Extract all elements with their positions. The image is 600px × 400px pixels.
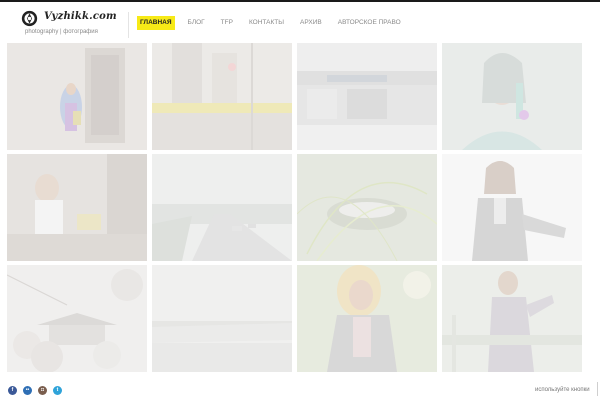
photo-gallery [7,43,585,373]
photo-woman-scarf [442,43,582,150]
header-divider [128,12,129,38]
nav-item-home[interactable]: Главная [137,16,175,30]
nav-item-copyright[interactable]: Авторское право [335,16,404,30]
twitter-icon[interactable]: t [53,386,62,395]
nav-item-contacts[interactable]: Контакты [246,16,287,30]
camera-aperture-icon [21,10,38,27]
gallery-photo[interactable] [297,265,437,372]
gallery-photo[interactable] [152,265,292,372]
scroll-edge [597,382,598,396]
photo-storefront [297,43,437,150]
photo-cherry-blossom [7,265,147,372]
site-tagline: photography | фотография [25,29,98,35]
nav-item-blog[interactable]: Блог [185,16,208,30]
instagram-icon[interactable]: ◘ [38,386,47,395]
site-name: Vyzhikk.com [44,11,117,22]
gallery-photo[interactable] [297,43,437,150]
photo-grass-rock [297,154,437,261]
photo-street-window [152,43,292,150]
facebook-icon[interactable]: f [8,386,17,395]
gallery-photo[interactable] [297,154,437,261]
nav-item-archive[interactable]: Архив [297,16,325,30]
flickr-icon[interactable]: •• [23,386,32,395]
site-footer: f •• ◘ t используйте кнопки [0,380,600,400]
photo-rainy-road [152,154,292,261]
footer-hint: используйте кнопки [535,387,590,393]
photo-foggy-lake [152,265,292,372]
main-nav: Главная Блог TFP Контакты Архив Авторско… [137,16,414,30]
photo-woman-jacket [442,154,582,261]
gallery-photo[interactable] [442,43,582,150]
gallery-photo[interactable] [7,43,147,150]
site-header: Vyzhikk.com photography | фотография Гла… [0,2,600,42]
photo-woman-window [7,154,147,261]
gallery-photo[interactable] [152,43,292,150]
site-logo[interactable]: Vyzhikk.com photography | фотография [21,10,131,40]
photo-blonde-woman [297,265,437,372]
gallery-photo[interactable] [7,265,147,372]
gallery-photo[interactable] [442,154,582,261]
photo-girl-doorway [7,43,147,150]
gallery-photo[interactable] [442,265,582,372]
nav-item-tfp[interactable]: TFP [218,16,236,30]
gallery-photo[interactable] [152,154,292,261]
gallery-photo[interactable] [7,154,147,261]
photo-man-trench [442,265,582,372]
